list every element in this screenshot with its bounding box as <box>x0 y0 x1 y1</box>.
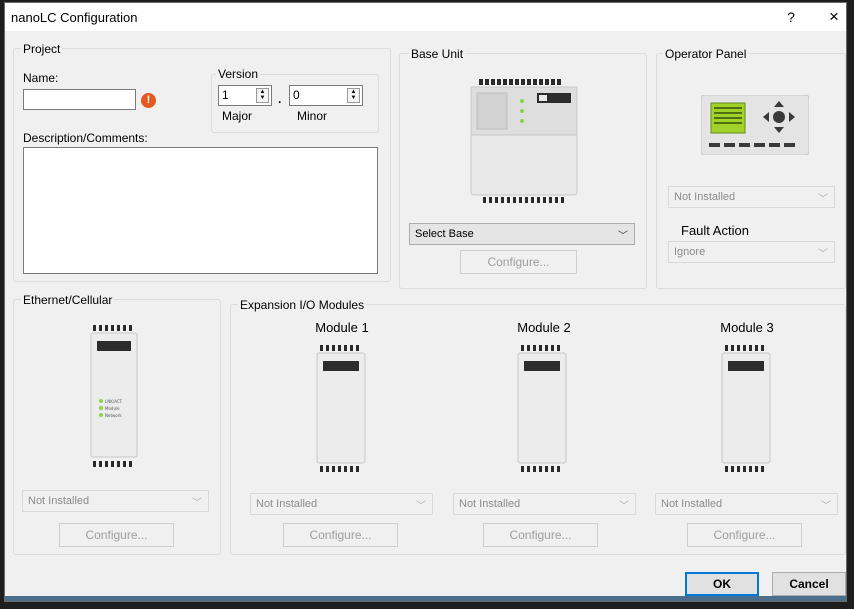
version-label: Version <box>216 67 261 81</box>
ethernet-configure-button[interactable]: Configure... <box>59 523 174 547</box>
module-2-title: Module 2 <box>517 320 571 335</box>
chevron-down-icon: ﹀ <box>618 231 628 242</box>
module-3-select[interactable]: Not Installed ﹀ <box>655 493 838 515</box>
version-major-stepper[interactable]: 1 ▲ ▼ <box>218 85 272 106</box>
major-label: Major <box>222 109 253 123</box>
help-button[interactable]: ? <box>781 9 801 25</box>
operator-panel-group-label: Operator Panel <box>663 47 749 61</box>
module-1-image <box>316 345 366 472</box>
stepper-arrows-icon[interactable]: ▲ ▼ <box>347 88 360 103</box>
module-2-configure-button[interactable]: Configure... <box>483 523 598 547</box>
module-1-configure-button[interactable]: Configure... <box>283 523 398 547</box>
minor-label: Minor <box>297 109 328 123</box>
base-unit-group-label: Base Unit <box>409 47 466 61</box>
led-label-module: Module <box>105 406 120 411</box>
taskbar-strip <box>5 596 846 601</box>
error-icon: ! <box>141 93 156 108</box>
nanolc-configuration-dialog: nanoLC Configuration ? × Project Name: !… <box>4 2 847 602</box>
ethernet-cellular-group-label: Ethernet/Cellular <box>21 293 115 307</box>
chevron-down-icon: ﹀ <box>416 501 426 512</box>
expansion-io-group-label: Expansion I/O Modules <box>238 298 367 312</box>
close-button[interactable]: × <box>823 7 845 27</box>
ethernet-cellular-select[interactable]: Not Installed ﹀ <box>22 490 209 512</box>
fault-action-label: Fault Action <box>681 223 749 238</box>
base-unit-select[interactable]: Select Base ﹀ <box>409 223 635 245</box>
chevron-down-icon: ﹀ <box>619 501 629 512</box>
version-separator: . <box>278 92 282 106</box>
module-2-select[interactable]: Not Installed ﹀ <box>453 493 636 515</box>
description-label: Description/Comments: <box>23 131 148 145</box>
window-title: nanoLC Configuration <box>11 10 138 25</box>
module-3-title: Module 3 <box>720 320 774 335</box>
chevron-down-icon: ﹀ <box>818 249 828 260</box>
name-input[interactable] <box>23 89 136 110</box>
chevron-down-icon: ﹀ <box>821 501 831 512</box>
version-minor-stepper[interactable]: 0 ▲ ▼ <box>289 85 363 106</box>
module-2-image <box>517 345 567 472</box>
base-unit-image <box>470 79 578 203</box>
title-bar: nanoLC Configuration ? × <box>5 3 846 31</box>
module-1-title: Module 1 <box>315 320 369 335</box>
led-label-network: Network <box>105 413 122 418</box>
project-group-label: Project <box>21 42 63 56</box>
fault-action-select[interactable]: Ignore ﹀ <box>668 241 835 263</box>
cancel-button[interactable]: Cancel <box>772 572 846 596</box>
operator-panel-image <box>701 95 809 155</box>
module-3-configure-button[interactable]: Configure... <box>687 523 802 547</box>
module-3-image <box>721 345 771 472</box>
stepper-arrows-icon[interactable]: ▲ ▼ <box>256 88 269 103</box>
led-label-lnk: LNK/ACT <box>105 399 123 404</box>
ok-button[interactable]: OK <box>685 572 759 596</box>
name-label: Name: <box>23 71 59 85</box>
base-unit-configure-button[interactable]: Configure... <box>460 250 577 274</box>
chevron-down-icon: ﹀ <box>192 498 202 509</box>
module-1-select[interactable]: Not Installed ﹀ <box>250 493 433 515</box>
ethernet-cellular-module-image: LNK/ACT Module Network <box>90 325 138 467</box>
description-textarea[interactable] <box>23 147 378 274</box>
operator-panel-select[interactable]: Not Installed ﹀ <box>668 186 835 208</box>
chevron-down-icon: ﹀ <box>818 194 828 205</box>
